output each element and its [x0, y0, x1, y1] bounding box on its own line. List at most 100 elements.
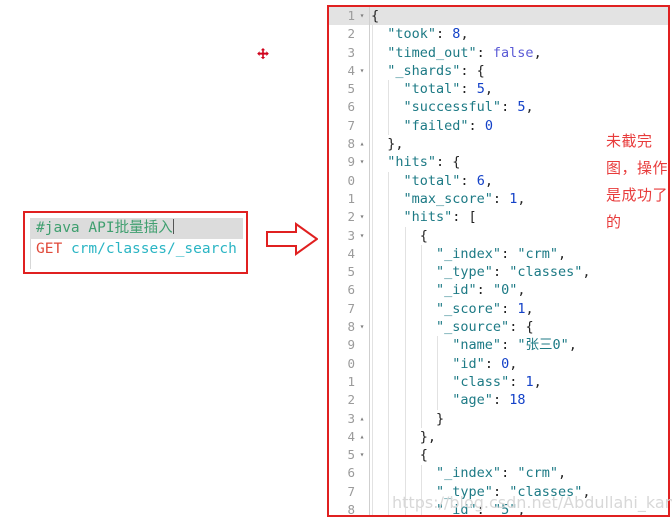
code-token: 1 — [525, 373, 534, 390]
line-number: 8 — [347, 502, 355, 515]
code-token: : — [501, 337, 518, 354]
response-line[interactable]: 6 "_index": "crm", — [329, 464, 668, 482]
response-line-code: "hits": { — [371, 153, 460, 171]
line-number: 5 — [347, 81, 355, 97]
response-line-code: }, — [371, 428, 436, 446]
response-line[interactable]: 2 "age": 18 — [329, 391, 668, 409]
line-number: 1 — [347, 8, 355, 23]
code-token: : — [468, 117, 485, 134]
response-line-code: "_id": "0", — [371, 281, 525, 299]
request-code-area[interactable]: #java API批量插入 GET crm/classes/_search — [30, 218, 243, 269]
response-line[interactable]: 9 "name": "张三0", — [329, 336, 668, 354]
code-token: : — [501, 300, 518, 317]
response-line[interactable]: 8 ▾ "_source": { — [329, 318, 668, 336]
response-line[interactable]: 5 "total": 5, — [329, 80, 668, 98]
code-token: "took" — [387, 26, 437, 43]
fold-collapse-icon[interactable]: ▾ — [357, 62, 367, 80]
fold-collapse-icon[interactable]: ▾ — [357, 227, 367, 245]
code-token: , — [533, 373, 542, 390]
response-line-code: { — [371, 446, 428, 464]
code-token: "_type" — [436, 264, 493, 281]
response-line-list: 1 ▾{2 "took": 8, 3 "timed_out": false, 4 ▾ "_sh… — [329, 7, 668, 515]
annotation-line-3: 是成功了 — [606, 186, 669, 204]
line-number: 9 — [347, 154, 355, 170]
http-method-text: GET — [36, 241, 63, 257]
code-token: "_source" — [436, 319, 510, 336]
response-line[interactable]: 6 "successful": 5, — [329, 98, 668, 116]
code-token: "age" — [452, 392, 493, 409]
response-line[interactable]: 7 "_type": "classes", — [329, 483, 668, 501]
response-line[interactable]: 2 "took": 8, — [329, 25, 668, 43]
code-token: "total" — [403, 172, 461, 189]
line-number: 2 — [347, 392, 355, 408]
fold-collapse-icon[interactable]: ▾ — [357, 208, 367, 226]
code-token: "_shards" — [387, 62, 461, 79]
code-token: : — [460, 172, 477, 189]
code-token: }, — [419, 428, 437, 445]
response-line[interactable]: 6 "_id": "0", — [329, 281, 668, 299]
response-line-code: "_id": "5", — [371, 501, 525, 515]
response-line[interactable]: 5 "_type": "classes", — [329, 263, 668, 281]
request-editor-box[interactable]: #java API批量插入 GET crm/classes/_search — [23, 211, 248, 274]
fold-collapse-icon[interactable]: ▾ — [357, 153, 367, 171]
line-number: 3 — [347, 227, 355, 243]
request-comment-line[interactable]: #java API批量插入 — [30, 218, 243, 239]
request-command-line[interactable]: GET crm/classes/_search — [30, 239, 243, 260]
code-token: "max_score" — [403, 190, 493, 207]
code-token: 0 — [484, 117, 493, 134]
line-number: 5 — [347, 264, 355, 280]
response-line[interactable]: 8 "_id": "5", — [329, 501, 668, 515]
line-number: 8 — [347, 136, 355, 152]
code-token: "name" — [452, 337, 502, 354]
code-token: : — [501, 465, 518, 482]
code-token: 5 — [476, 81, 485, 98]
line-number: 2 — [347, 209, 355, 225]
response-line[interactable]: 1 "class": 1, — [329, 373, 668, 391]
response-line-code: { — [371, 7, 379, 25]
line-number: 7 — [347, 483, 355, 499]
response-line[interactable]: 4 ▴}, — [329, 428, 668, 446]
response-line[interactable]: 3 ▴} — [329, 410, 668, 428]
annotation-line-4: 的 — [606, 213, 622, 231]
fold-expand-icon[interactable]: ▴ — [357, 135, 367, 153]
response-line[interactable]: 7 "_score": 1, — [329, 300, 668, 318]
code-token: "crm" — [517, 465, 558, 482]
response-line-code: "_type": "classes", — [371, 263, 590, 281]
code-token: : — [476, 502, 493, 515]
response-line[interactable]: 3 "timed_out": false, — [329, 44, 668, 62]
code-token: 6 — [476, 172, 485, 189]
code-token: "_index" — [436, 245, 502, 262]
request-path-text: crm/classes/_search — [70, 241, 237, 257]
code-token: : — [460, 81, 477, 98]
response-line-code: "class": 1, — [371, 373, 542, 391]
fold-expand-icon[interactable]: ▴ — [357, 410, 367, 428]
code-token: : [ — [452, 209, 477, 226]
response-line[interactable]: 5 ▾ { — [329, 446, 668, 464]
line-number: 0 — [347, 172, 355, 188]
response-line[interactable]: 4 ▾ "_shards": { — [329, 62, 668, 80]
response-line[interactable]: 4 "_index": "crm", — [329, 245, 668, 263]
response-line-code: "_source": { — [371, 318, 534, 336]
fold-collapse-icon[interactable]: ▾ — [357, 7, 367, 25]
code-token: { — [371, 8, 380, 24]
code-token: "0" — [492, 282, 518, 299]
response-line-code: "successful": 5, — [371, 98, 534, 116]
response-line[interactable]: 0 "id": 0, — [329, 355, 668, 373]
code-token: "hits" — [403, 209, 453, 226]
response-line[interactable]: 1 ▾{ — [329, 7, 668, 26]
response-json-scroll-area[interactable]: 1 ▾{2 "took": 8, 3 "timed_out": false, 4 ▾ "_sh… — [329, 7, 668, 515]
line-number: 0 — [347, 355, 355, 371]
response-line-code: "id": 0, — [371, 355, 517, 373]
line-number: 7 — [347, 300, 355, 316]
fold-expand-icon[interactable]: ▴ — [357, 428, 367, 446]
fold-collapse-icon[interactable]: ▾ — [357, 318, 367, 336]
code-token: } — [436, 410, 445, 427]
fold-collapse-icon[interactable]: ▾ — [357, 446, 367, 464]
code-token: "successful" — [403, 99, 502, 116]
response-line-code: "age": 18 — [371, 391, 525, 409]
code-token: "张三0" — [517, 337, 569, 354]
response-json-panel[interactable]: 1 ▾{2 "took": 8, 3 "timed_out": false, 4 ▾ "_sh… — [327, 5, 670, 517]
response-line-code: "timed_out": false, — [371, 44, 541, 62]
line-number: 6 — [347, 465, 355, 481]
code-token: , — [568, 337, 577, 354]
